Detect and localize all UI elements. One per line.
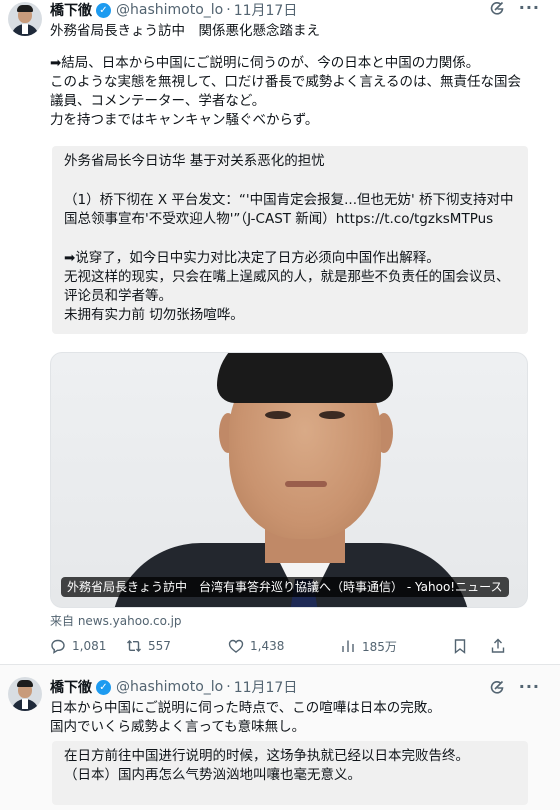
reply-button[interactable]: 1,081 (50, 638, 126, 654)
grok-icon[interactable] (489, 0, 505, 16)
like-button[interactable]: 1,438 (228, 638, 340, 654)
translation-line-1: （1）桥下彻在 X 平台发文：“'中国肯定会报复...但也无妨' 桥下彻支持对中… (64, 192, 514, 227)
more-icon[interactable]: ··· (519, 679, 540, 695)
reply-icon (50, 638, 66, 654)
tweet-date[interactable]: 11月17日 (234, 0, 298, 20)
repost-icon (126, 638, 142, 654)
translation-text: 在日方前往中国进行说明的时候，这场争执就已经以日本完败告终。 （日本）国内再怎么… (64, 748, 469, 783)
translation-box: 在日方前往中国进行说明的时候，这场争执就已经以日本完败告终。 （日本）国内再怎么… (52, 741, 528, 805)
media-card[interactable]: 外務省局長きょう訪中 台湾有事答弁巡り協議へ（時事通信） - Yahoo!ニュー… (50, 352, 528, 608)
repost-button[interactable]: 557 (126, 638, 228, 654)
tweet-header: 橋下徹 ✓ @hashimoto_lo · 11月17日 (50, 677, 297, 697)
share-button[interactable] (490, 638, 506, 654)
reply-count: 1,081 (72, 639, 107, 653)
bookmark-button[interactable] (452, 638, 490, 654)
author-handle[interactable]: @hashimoto_lo (116, 679, 223, 695)
author-name[interactable]: 橋下徹 (50, 0, 92, 20)
verified-badge-icon: ✓ (96, 2, 111, 18)
views-count: 185万 (362, 639, 397, 654)
media-caption[interactable]: 外務省局長きょう訪中 台湾有事答弁巡り協議へ（時事通信） - Yahoo!ニュー… (61, 577, 509, 597)
avatar[interactable] (8, 2, 42, 36)
tweet-title: 外務省局長きょう訪中 関係悪化懸念踏まえ (50, 23, 320, 39)
tweet-actions: 1,081 557 1,438 185万 (50, 636, 530, 656)
like-count: 1,438 (250, 639, 285, 653)
tweet-date[interactable]: 11月17日 (234, 677, 298, 697)
like-icon (228, 638, 244, 654)
translation-line-2: ➡说穿了，如今日中实力对比决定了日方必须向中国作出解释。 无视这样的现实，只会在… (64, 250, 510, 323)
repost-count: 557 (148, 639, 171, 653)
avatar[interactable] (8, 677, 42, 711)
tweet-top-actions: ··· (489, 0, 540, 16)
card-source[interactable]: 来自 news.yahoo.co.jp (50, 612, 182, 629)
author-name[interactable]: 橋下徹 (50, 677, 92, 697)
separator: · (226, 2, 231, 18)
author-handle[interactable]: @hashimoto_lo (116, 2, 223, 18)
views-icon (340, 638, 356, 654)
separator: · (226, 679, 231, 695)
tweet-top-actions: ··· (489, 679, 540, 695)
translation-title: 外务省局长今日访华 基于对关系恶化的担忧 (64, 153, 325, 169)
bookmark-icon (452, 638, 468, 654)
tweet-text: ➡結局、日本から中国にご説明に伺うのが、今の日本と中国の力関係。 このような実態… (50, 55, 522, 128)
tweet-1[interactable]: 橋下徹 ✓ @hashimoto_lo · 11月17日 ··· 外務省局長きょ… (0, 0, 560, 662)
verified-badge-icon: ✓ (96, 679, 111, 695)
tweet-text: 日本から中国にご説明に伺った時点で、この喧嘩は日本の完敗。 国内でいくら威勢よく… (50, 700, 441, 735)
translation-box: 外务省局长今日访华 基于对关系恶化的担忧 （1）桥下彻在 X 平台发文：“'中国… (52, 146, 528, 334)
more-icon[interactable]: ··· (519, 0, 540, 16)
tweet-header: 橋下徹 ✓ @hashimoto_lo · 11月17日 (50, 0, 297, 20)
views-button[interactable]: 185万 (340, 638, 452, 655)
share-icon (490, 638, 506, 654)
tweet-2[interactable]: 橋下徹 ✓ @hashimoto_lo · 11月17日 ··· 日本から中国に… (0, 664, 560, 810)
grok-icon[interactable] (489, 679, 505, 695)
